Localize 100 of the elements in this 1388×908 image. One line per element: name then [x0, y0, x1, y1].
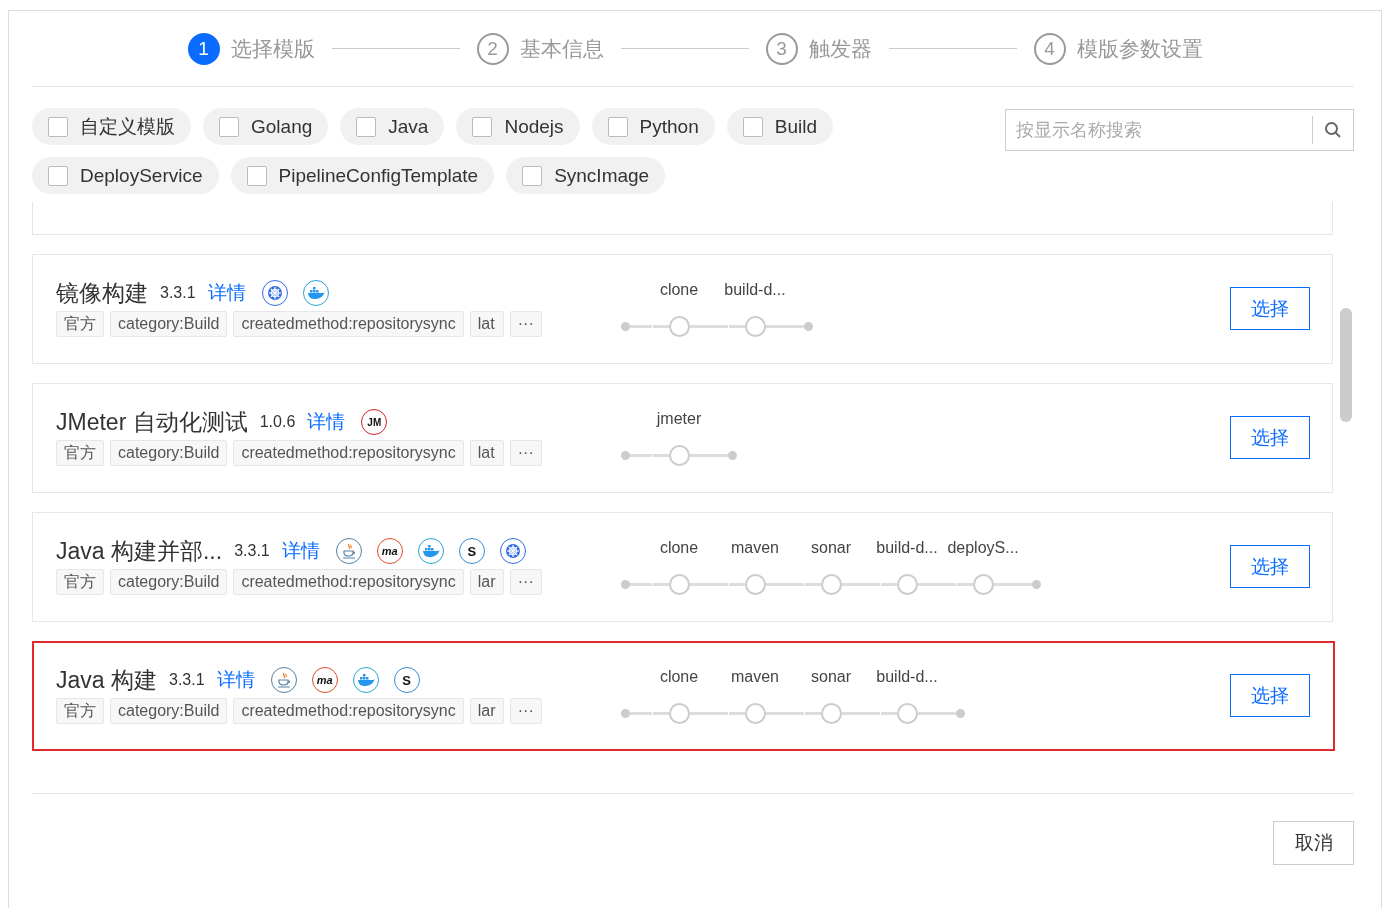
filter-chip[interactable]: Golang — [203, 108, 329, 145]
wizard-step[interactable]: 1 选择模版 — [187, 32, 315, 65]
stage-label: clone — [659, 539, 699, 557]
version-text: 3.3.1 — [234, 542, 270, 560]
coffee-cup-icon — [270, 667, 297, 693]
rail-end-dot — [621, 451, 630, 460]
stage-node — [820, 703, 842, 724]
stage-node — [820, 574, 842, 595]
details-link[interactable]: 详情 — [216, 667, 255, 693]
version-text: 3.3.1 — [169, 671, 205, 689]
stage-label: build-d... — [876, 668, 938, 686]
select-button[interactable]: 选择 — [1230, 287, 1310, 330]
filter-chip[interactable]: Python — [591, 108, 715, 145]
template-name: JMeter 自动化测试 — [56, 407, 248, 437]
checkbox[interactable] — [742, 116, 763, 137]
stage-label: deployS... — [947, 539, 1019, 557]
template-card[interactable]: Java 构建并部... 3.3.1 详情 ma S 官方 category:Build createdmethod:repositorysync lar ··· clone maven sonar build-d... deployS... 选择 — [32, 512, 1333, 622]
stage-node — [896, 703, 918, 724]
helm-wheel-icon — [499, 538, 526, 564]
template-name: Java 构建并部... — [56, 536, 223, 566]
filter-chip[interactable]: PipelineConfigTemplate — [230, 157, 495, 194]
stage-node — [668, 703, 690, 724]
cancel-button[interactable]: 取消 — [1273, 821, 1354, 865]
tag-label: 官方 — [56, 440, 104, 466]
tag-label: category:Build — [110, 569, 228, 595]
stage-label: clone — [659, 668, 699, 686]
rail-end-dot — [621, 322, 630, 331]
letter-logo-icon: ma — [311, 667, 338, 693]
stage-node — [668, 316, 690, 337]
rail-end-dot — [956, 709, 965, 718]
filter-chip[interactable]: 自定义模版 — [32, 108, 191, 145]
stage-label: clone — [659, 281, 699, 299]
tag-label: category:Build — [110, 311, 228, 337]
scrollbar-thumb[interactable] — [1340, 308, 1352, 422]
stage-node — [972, 574, 994, 595]
tag-label: createdmethod:repositorysync — [233, 698, 464, 724]
stage-node — [744, 703, 766, 724]
tag-label: lar — [469, 569, 504, 595]
filter-chip[interactable]: Nodejs — [456, 108, 580, 145]
letter-logo-icon: S — [393, 667, 420, 693]
template-name: 镜像构建 — [56, 278, 148, 308]
checkbox[interactable] — [246, 165, 267, 186]
checkbox[interactable] — [472, 116, 493, 137]
stage-label: sonar — [811, 668, 851, 686]
tag-label: ··· — [509, 569, 542, 595]
checkbox[interactable] — [48, 116, 68, 137]
whale-icon — [352, 667, 379, 693]
stage-node — [668, 445, 690, 466]
details-link[interactable]: 详情 — [207, 280, 246, 306]
tag-label: ··· — [509, 440, 542, 466]
checkbox[interactable] — [356, 116, 377, 137]
details-link[interactable]: 详情 — [281, 538, 320, 564]
stage-label: maven — [731, 539, 779, 557]
tag-label: lat — [469, 311, 504, 337]
tag-label: lar — [469, 698, 504, 724]
stage-label: build-d... — [724, 281, 786, 299]
tag-label: lat — [469, 440, 504, 466]
version-text: 1.0.6 — [259, 413, 296, 431]
tag-label: ··· — [509, 311, 542, 337]
checkbox[interactable] — [607, 116, 628, 137]
rail-end-dot — [728, 451, 737, 460]
tag-label: 官方 — [56, 569, 104, 595]
search-icon[interactable] — [1324, 121, 1342, 139]
rail-end-dot — [621, 580, 630, 589]
stage-label: sonar — [811, 539, 851, 557]
template-name: Java 构建 — [56, 665, 157, 695]
select-button[interactable]: 选择 — [1230, 545, 1310, 588]
tag-label: 官方 — [56, 698, 104, 724]
select-button[interactable]: 选择 — [1230, 416, 1310, 459]
filter-chip[interactable]: Java — [340, 108, 445, 145]
tag-label: createdmethod:repositorysync — [233, 311, 464, 337]
template-card[interactable]: Java 构建 3.3.1 详情 ma S 官方 category:Build createdmethod:repositorysync lar ··· clone maven sonar build-d... 选择 — [32, 641, 1335, 751]
template-card[interactable]: 镜像构建 3.3.1 详情 官方 category:Build createdmethod:repositorysync lat ··· clone build-d... 选择 — [32, 254, 1333, 364]
select-button[interactable]: 选择 — [1230, 674, 1310, 717]
filter-chip[interactable]: Build — [726, 108, 833, 145]
tag-label: category:Build — [110, 698, 228, 724]
rail-end-dot — [621, 709, 630, 718]
stage-node — [896, 574, 918, 595]
details-link[interactable]: 详情 — [307, 409, 346, 435]
rail-end-dot — [1032, 580, 1041, 589]
filter-chip[interactable]: DeployService — [32, 157, 219, 194]
search-box[interactable]: 按显示名称搜索 — [1005, 109, 1354, 151]
stage-label: jmeter — [656, 410, 702, 428]
stage-node — [668, 574, 690, 595]
stage-label: build-d... — [876, 539, 938, 557]
letter-logo-icon: ma — [376, 538, 403, 564]
checkbox[interactable] — [522, 165, 543, 186]
checkbox[interactable] — [219, 116, 239, 137]
checkbox[interactable] — [48, 165, 68, 186]
filter-chip[interactable]: SyncImage — [506, 157, 666, 194]
template-card[interactable]: JMeter 自动化测试 1.0.6 详情 JM 官方 category:Build createdmethod:repositorysync lat ··· jmeter 选择 — [32, 383, 1333, 493]
coffee-cup-icon — [335, 538, 362, 564]
letter-logo-icon: S — [458, 538, 485, 564]
stage-node — [744, 574, 766, 595]
helm-wheel-icon — [261, 280, 288, 306]
tag-label: createdmethod:repositorysync — [233, 569, 464, 595]
tag-label: category:Build — [110, 440, 228, 466]
rail-end-dot — [804, 322, 813, 331]
whale-icon — [302, 280, 329, 306]
stage-node — [744, 316, 766, 337]
